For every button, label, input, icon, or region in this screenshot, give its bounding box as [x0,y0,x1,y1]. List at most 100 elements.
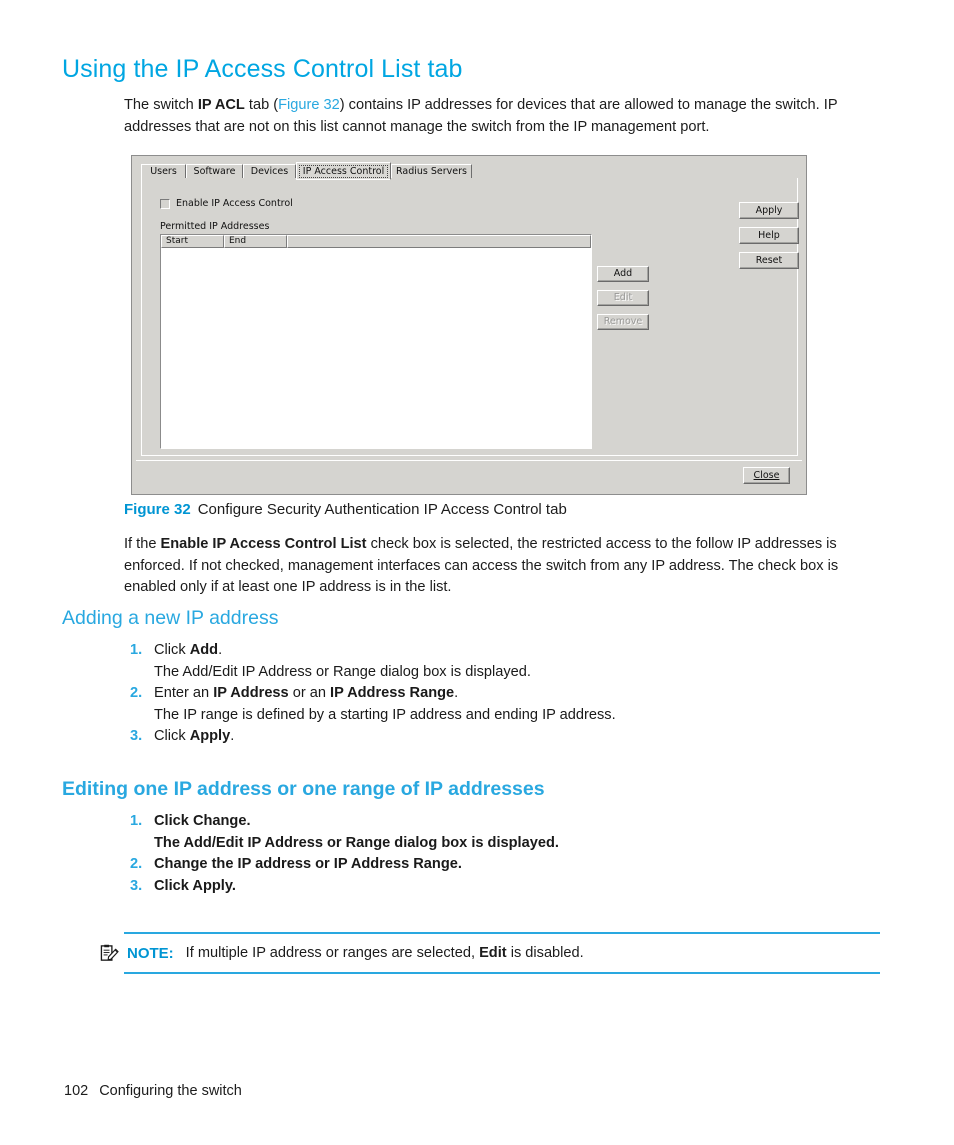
after-figure-paragraph: If the Enable IP Access Control List che… [124,534,880,599]
tab-panel-ip-access-control: Enable IP Access Control Permitted IP Ad… [141,178,799,456]
figure-screenshot-ip-access-control: Users Software Devices IP Access Control… [131,155,807,495]
intro-text-1: The switch [124,97,198,113]
step-text-bold: Apply [192,877,232,894]
table-header-row: Start End [161,235,591,248]
tab-users-label: Users [150,166,177,178]
step-text-bold: Change [192,813,247,829]
help-button-label: Help [758,229,780,241]
column-header-filler [287,235,591,248]
figure-32-cross-reference[interactable]: Figure 32 [278,97,340,113]
step-text-bold: Apply [189,728,231,744]
note-text-post: is disabled. [506,945,584,961]
step-item: 2. Change the IP address or IP Address Ra… [124,854,884,876]
step-text-bold-2: IP Address Range [333,856,458,872]
step-text-post: . [218,642,223,658]
tab-software-label: Software [193,166,236,178]
step-text-bold: IP Address [213,685,289,701]
step-text-pre: Enter an [154,685,214,701]
add-button-label: Add [613,268,633,280]
tab-users[interactable]: Users [141,164,186,179]
close-button-label: Close [753,469,780,481]
step-text-post: . [230,728,235,744]
step-subtext: The IP range is defined by a starting IP… [154,706,616,723]
step-text-mid: or [311,856,334,872]
note-clipboard-icon [100,944,119,961]
step-text-pre: Click [154,877,193,894]
intro-bold-ip-acl: IP ACL [197,97,245,113]
enable-ip-access-control-label: Enable IP Access Control [176,198,293,209]
step-text-post: . [454,685,459,701]
step-text-mid: or an [288,685,331,701]
step-text-post: . [457,856,462,872]
footer-page-number: 102 [64,1083,89,1099]
step-text-bold-2: IP Address Range [330,685,455,701]
steps-list-adding-ip: 1. Click Add. The Add/Edit IP Address or … [124,640,884,748]
after-figure-bold-enable-list: Enable IP Access Control List [160,536,367,552]
tab-devices[interactable]: Devices [243,164,296,179]
figure-caption-number: Figure 32 [124,501,191,518]
permitted-ip-addresses-label: Permitted IP Addresses [160,221,270,232]
step-number: 1. [130,642,143,658]
step-number: 2. [130,685,143,701]
permitted-ip-addresses-table[interactable]: Start End [160,234,592,449]
step-item: 1. Click Add. [124,640,884,662]
enable-ip-access-control-checkbox-row[interactable]: Enable IP Access Control [160,198,293,209]
tab-radius-servers-label: Radius Servers [396,166,467,178]
dialog-window: Users Software Devices IP Access Control… [134,158,804,492]
reset-button-label: Reset [755,254,783,266]
close-button[interactable]: Close [743,467,790,484]
tab-software[interactable]: Software [186,164,243,179]
help-button[interactable]: Help [739,227,799,244]
note-label: NOTE: [127,944,174,962]
section-heading-editing-ip: Editing one IP address or one range of I… [62,778,545,800]
page-title: Using the IP Access Control List tab [62,55,463,83]
step-number: 2. [130,856,143,872]
note-admonition: NOTE: If multiple IP address or ranges a… [100,932,880,974]
step-number: 3. [130,877,143,894]
tab-strip: Users Software Devices IP Access Control… [141,162,798,180]
note-body: NOTE: If multiple IP address or ranges a… [100,934,880,972]
step-text-pre: Click [154,728,190,744]
note-text-pre: If multiple IP address or ranges are sel… [185,945,480,961]
steps-list-editing-ip: 1. Click Change. The Add/Edit IP Address … [124,811,884,897]
edit-button-label: Edit [613,292,633,304]
note-text: If multiple IP address or ranges are sel… [186,945,584,961]
note-bottom-rule [124,972,880,974]
add-button[interactable]: Add [597,266,649,282]
step-number: 1. [130,813,143,829]
document-page: Using the IP Access Control List tab The… [0,0,954,1145]
after-figure-text-1: If the [124,536,161,552]
checkbox-icon[interactable] [160,198,170,209]
tab-ip-access-control-label: IP Access Control [298,164,389,178]
apply-button[interactable]: Apply [739,202,799,219]
tab-ip-access-control[interactable]: IP Access Control [296,162,391,180]
column-header-end[interactable]: End [224,235,287,248]
step-text-post: . [231,877,236,894]
step-text-pre: Change the [154,856,238,872]
step-item: 1. Click Change. [124,811,884,833]
footer-chapter-title: Configuring the switch [99,1083,242,1099]
step-subtext: The Add/Edit IP Address or Range dialog … [154,834,559,851]
reset-button[interactable]: Reset [739,252,799,269]
table-body-empty[interactable] [161,248,591,448]
step-text-bold: Add [189,642,219,658]
figure-caption-text: Configure Security Authentication IP Acc… [197,501,567,518]
step-item: 2. Enter an IP Address or an IP Address R… [124,683,884,705]
apply-button-label: Apply [755,204,783,216]
tab-devices-label: Devices [250,166,289,178]
intro-text-2: tab ( [244,97,279,113]
page-footer: 102 Configuring the switch [64,1083,242,1099]
edit-button: Edit [597,290,649,306]
section-heading-adding-ip: Adding a new IP address [62,607,279,629]
tab-radius-servers[interactable]: Radius Servers [391,164,472,179]
step-item: 3. Click Apply. [124,726,884,748]
remove-button: Remove [597,314,649,330]
column-header-start[interactable]: Start [161,235,224,248]
step-number: 3. [130,728,143,744]
step-text-post: . [246,813,251,829]
intro-paragraph: The switch IP ACL tab (Figure 32) contai… [124,95,880,138]
dialog-bottom-bar: Close [136,460,802,490]
step-text-bold: IP address [237,856,312,872]
step-text-pre: Click [154,813,193,829]
figure-caption: Figure 32 Configure Security Authenticati… [124,501,567,518]
